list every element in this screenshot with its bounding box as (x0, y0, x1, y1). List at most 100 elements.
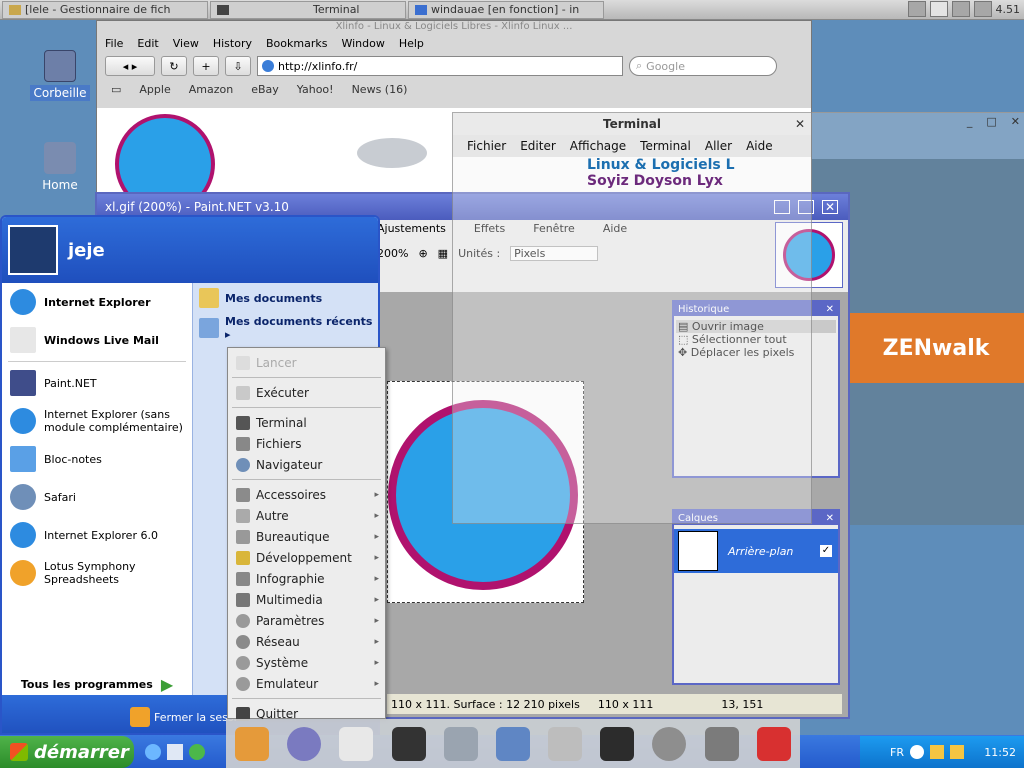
close-icon[interactable]: ✕ (826, 304, 834, 315)
layer-row[interactable]: Arrière-plan ✓ (674, 529, 838, 573)
reading-list-icon[interactable]: ▭ (111, 83, 121, 96)
menu-window[interactable]: Window (341, 37, 384, 50)
terminal-title: Terminal (602, 117, 662, 131)
grid-icon[interactable]: ▦ (438, 247, 448, 260)
keyboard-icon[interactable] (704, 726, 739, 761)
start-menu-programs: Internet Explorer Windows Live Mail Pain… (2, 283, 192, 695)
menu-terminal[interactable]: Terminal (640, 139, 691, 153)
menu-file[interactable]: File (105, 37, 123, 50)
program-internet-explorer[interactable]: Internet Explorer (2, 283, 192, 321)
mail-icon[interactable] (167, 744, 183, 760)
workspace-switcher[interactable] (907, 1, 926, 17)
program-windows-live-mail[interactable]: Windows Live Mail (2, 321, 192, 359)
network-folder-icon[interactable] (495, 726, 530, 761)
menu-item-fichiers[interactable]: Fichiers (228, 433, 385, 454)
menu-help[interactable]: Help (399, 37, 424, 50)
network-icon[interactable] (929, 745, 944, 759)
terminal-titlebar: Terminal ✕ (453, 113, 811, 135)
mail-icon (10, 327, 36, 353)
media-icon[interactable] (189, 744, 205, 760)
close-icon[interactable]: ✕ (826, 513, 834, 524)
desktop-icon-home[interactable]: Home (30, 142, 90, 192)
menu-separator (8, 361, 186, 362)
documents-icon[interactable] (339, 726, 374, 761)
program-notepad[interactable]: Bloc-notes (2, 440, 192, 478)
workspace-switcher[interactable] (951, 1, 970, 17)
monitor-icon[interactable] (443, 726, 478, 761)
menu-view[interactable]: View (173, 37, 199, 50)
menu-aller[interactable]: Aller (705, 139, 732, 153)
video-icon[interactable] (391, 726, 426, 761)
place-my-documents[interactable]: Mes documents (193, 283, 378, 313)
menu-item-parametres[interactable]: Paramètres ▸ (228, 610, 385, 631)
program-lotus-symphony[interactable]: Lotus Symphony Spreadsheets (2, 554, 192, 592)
settings-icon[interactable] (652, 726, 687, 761)
menu-edit[interactable]: Edit (137, 37, 158, 50)
menu-item-reseau[interactable]: Réseau ▸ (228, 631, 385, 652)
menu-item-terminal[interactable]: Terminal (228, 412, 385, 433)
language-indicator[interactable]: FR (890, 746, 904, 759)
place-recent-documents[interactable]: Mes documents récents ▸ (193, 313, 378, 343)
close-icon[interactable]: ✕ (795, 117, 805, 131)
bookmark-news[interactable]: News (16) (352, 83, 408, 96)
folder-icon[interactable] (235, 726, 270, 761)
internet-explorer-icon[interactable] (145, 744, 161, 760)
menu-item-executer[interactable]: Exécuter (228, 382, 385, 403)
layer-visible-checkbox[interactable]: ✓ (820, 545, 832, 557)
panel-task-terminal[interactable]: Terminal (210, 0, 406, 19)
menu-fichier[interactable]: Fichier (467, 139, 506, 153)
workspace-switcher[interactable] (973, 1, 992, 17)
maximize-icon[interactable]: □ (986, 115, 996, 128)
menu-editer[interactable]: Editer (520, 139, 556, 153)
menu-item-developpement[interactable]: Développement ▸ (228, 547, 385, 568)
menu-adjustments[interactable]: Ajustements (377, 222, 446, 235)
zoom-value[interactable]: 200% (377, 247, 408, 260)
download-button[interactable]: ⇩ (225, 56, 251, 76)
help-icon[interactable] (909, 745, 924, 759)
minimize-icon[interactable]: _ (967, 115, 973, 128)
close-icon[interactable]: ✕ (1011, 115, 1020, 128)
workspace-switcher[interactable] (929, 1, 948, 17)
volume-icon[interactable] (949, 745, 964, 759)
menu-item-accessoires[interactable]: Accessoires ▸ (228, 484, 385, 505)
printer-icon[interactable] (548, 726, 583, 761)
xlinfo-logo (115, 114, 215, 196)
logout-icon[interactable] (756, 726, 791, 761)
desktop-icon-trash[interactable]: Corbeille (30, 50, 90, 101)
close-icon[interactable]: ✕ (822, 200, 838, 214)
panel-task-file-manager[interactable]: [lele - Gestionnaire de fich (2, 0, 208, 19)
menu-affichage[interactable]: Affichage (570, 139, 626, 153)
layer-name: Arrière-plan (728, 544, 794, 558)
add-bookmark-button[interactable]: + (193, 56, 219, 76)
bookmark-ebay[interactable]: eBay (251, 83, 279, 96)
menu-item-bureautique[interactable]: Bureautique ▸ (228, 526, 385, 547)
program-internet-explorer-6[interactable]: Internet Explorer 6.0 (2, 516, 192, 554)
reload-button[interactable]: ↻ (161, 56, 187, 76)
search-field[interactable]: ⌕ Google (629, 56, 777, 76)
back-forward-button[interactable]: ◂ ▸ (105, 56, 155, 76)
panel-task-windows[interactable]: windauae [en fonction] - in (408, 0, 604, 19)
menu-item-emulateur[interactable]: Emulateur ▸ (228, 673, 385, 694)
menu-aide[interactable]: Aide (746, 139, 773, 153)
menu-item-navigateur[interactable]: Navigateur (228, 454, 385, 475)
program-paint-net[interactable]: Paint.NET (2, 364, 192, 402)
camera-icon[interactable] (600, 726, 635, 761)
bookmark-amazon[interactable]: Amazon (189, 83, 233, 96)
search-icon: ⌕ (636, 59, 643, 72)
program-safari[interactable]: Safari (2, 478, 192, 516)
program-internet-explorer-no-addons[interactable]: Internet Explorer (sans module complémen… (2, 402, 192, 440)
menu-bookmarks[interactable]: Bookmarks (266, 37, 327, 50)
menu-item-autre[interactable]: Autre ▸ (228, 505, 385, 526)
url-field[interactable]: http://xlinfo.fr/ (257, 56, 623, 76)
menu-history[interactable]: History (213, 37, 252, 50)
menu-item-systeme[interactable]: Système ▸ (228, 652, 385, 673)
headphones-icon[interactable] (287, 726, 322, 761)
zoom-in-icon[interactable]: ⊕ (418, 247, 427, 260)
search-placeholder: Google (646, 59, 685, 73)
start-button[interactable]: démarrer (0, 736, 134, 768)
zenwalk-banner: ZENwalk (848, 313, 1024, 383)
menu-item-multimedia[interactable]: Multimedia ▸ (228, 589, 385, 610)
bookmark-yahoo[interactable]: Yahoo! (297, 83, 334, 96)
bookmark-apple[interactable]: Apple (139, 83, 170, 96)
menu-item-infographie[interactable]: Infographie ▸ (228, 568, 385, 589)
